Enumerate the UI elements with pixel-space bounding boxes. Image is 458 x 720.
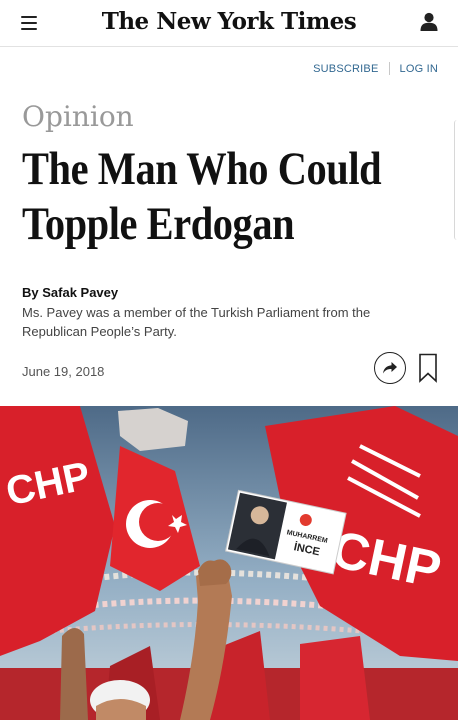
divider xyxy=(388,62,390,75)
top-bar: The New York Times xyxy=(0,0,458,47)
rally-flags-image: CHP CHP MUHARREM İNCE xyxy=(0,406,458,720)
headline-line: Topple Erdogan xyxy=(22,198,295,250)
account-links: SUBSCRIBE LOG IN xyxy=(313,62,438,75)
share-button[interactable] xyxy=(374,352,406,384)
byline[interactable]: By Safak Pavey xyxy=(22,285,118,300)
subscribe-link[interactable]: SUBSCRIBE xyxy=(313,63,378,75)
section-label[interactable]: Opinion xyxy=(22,100,134,133)
bookmark-button[interactable] xyxy=(418,353,438,383)
nyt-logo[interactable]: The New York Times xyxy=(0,8,458,35)
user-account-icon[interactable] xyxy=(418,11,440,33)
author-bio: Ms. Pavey was a member of the Turkish Pa… xyxy=(22,305,371,339)
bookmark-icon xyxy=(419,353,437,383)
headline: The Man Who Could Topple Erdogan xyxy=(22,142,383,252)
lead-photo[interactable]: CHP CHP MUHARREM İNCE xyxy=(0,406,458,720)
headline-line: The Man Who Could xyxy=(22,143,382,195)
share-arrow-icon xyxy=(383,362,397,374)
login-link[interactable]: LOG IN xyxy=(400,63,439,75)
publish-date: June 19, 2018 xyxy=(22,364,105,379)
page-edge xyxy=(454,120,458,240)
